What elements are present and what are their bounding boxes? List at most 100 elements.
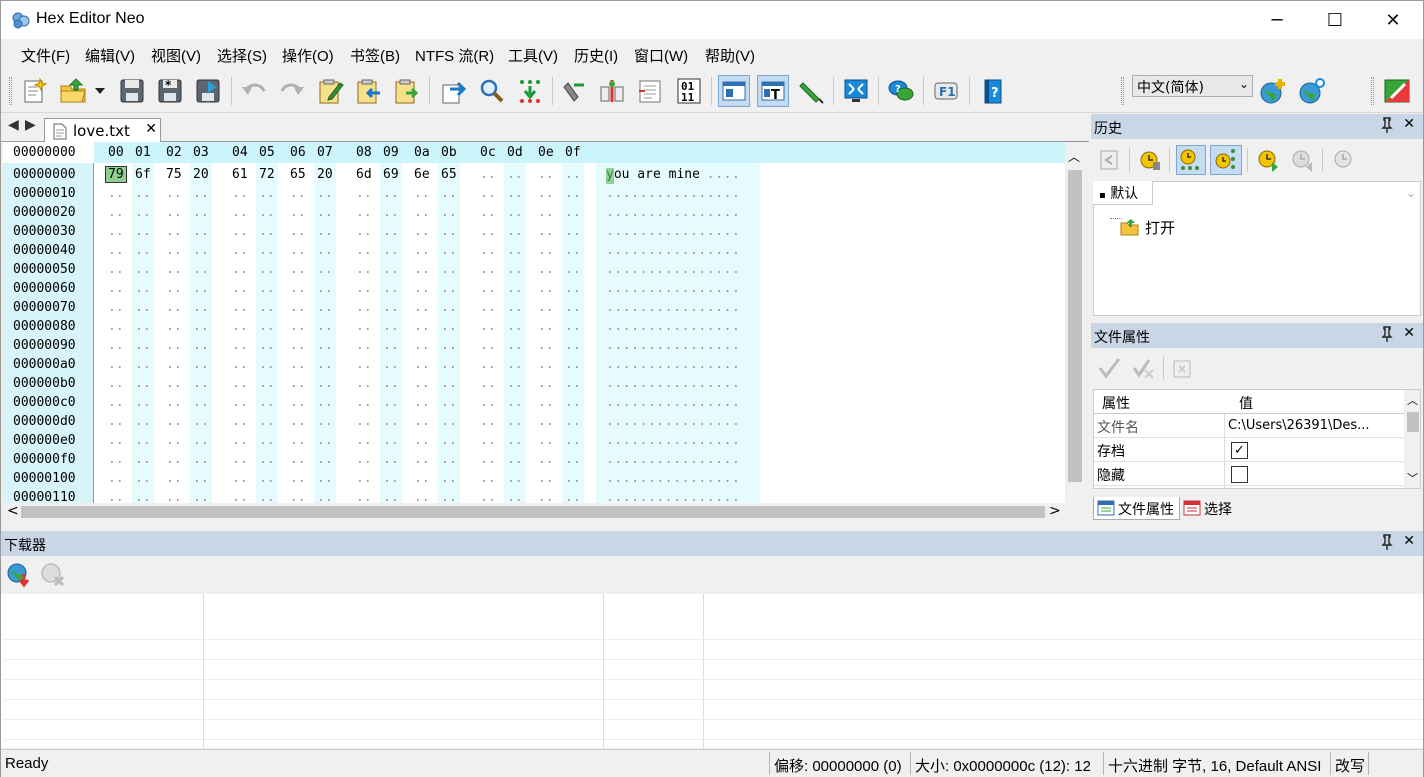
empty-byte[interactable]: .. — [108, 471, 124, 486]
empty-byte[interactable]: .. — [507, 395, 523, 410]
empty-byte[interactable]: .. — [538, 300, 554, 315]
empty-byte[interactable]: .. — [507, 262, 523, 277]
tab-file-properties[interactable]: 文件属性 — [1093, 497, 1180, 520]
empty-byte[interactable]: .. — [480, 319, 496, 334]
empty-byte[interactable]: .. — [135, 338, 151, 353]
empty-byte[interactable]: .. — [166, 357, 182, 372]
menu-bookmarks[interactable]: 书签(B) — [350, 45, 400, 66]
empty-byte[interactable]: .. — [166, 262, 182, 277]
empty-byte[interactable]: .. — [414, 395, 430, 410]
pin-icon[interactable] — [1381, 326, 1393, 346]
empty-byte[interactable]: .. — [414, 243, 430, 258]
help-f1-icon[interactable]: F1 — [930, 75, 962, 107]
empty-byte[interactable]: .. — [565, 376, 581, 391]
empty-byte[interactable]: .. — [232, 357, 248, 372]
empty-byte[interactable]: .. — [166, 433, 182, 448]
empty-byte[interactable]: .. — [441, 414, 457, 429]
empty-byte[interactable]: .. — [135, 452, 151, 467]
menu-edit[interactable]: 编辑(V) — [85, 45, 135, 66]
paste-special-icon[interactable] — [390, 75, 422, 107]
empty-byte[interactable]: .. — [383, 376, 399, 391]
scrollbar-thumb[interactable] — [1068, 170, 1082, 482]
empty-byte[interactable]: .. — [507, 376, 523, 391]
empty-byte[interactable]: .. — [507, 471, 523, 486]
empty-byte[interactable]: .. — [538, 167, 554, 182]
empty-byte[interactable]: .. — [441, 243, 457, 258]
empty-byte[interactable]: .. — [135, 186, 151, 201]
empty-byte[interactable]: .. — [232, 319, 248, 334]
empty-byte[interactable]: .. — [317, 452, 333, 467]
empty-byte[interactable]: .. — [383, 300, 399, 315]
text-view-icon[interactable]: T — [757, 75, 789, 107]
empty-byte[interactable]: .. — [383, 281, 399, 296]
empty-byte[interactable]: .. — [166, 395, 182, 410]
toolbar-grip[interactable] — [9, 77, 12, 105]
empty-byte[interactable]: .. — [193, 319, 209, 334]
empty-byte[interactable]: .. — [356, 414, 372, 429]
empty-byte[interactable]: .. — [259, 224, 275, 239]
highlight-pen-icon[interactable] — [795, 75, 827, 107]
scroll-down-icon[interactable]: ﹀ — [1407, 470, 1418, 486]
hex-editor-view[interactable]: 00000000 00 01 02 03 04 05 06 07 08 09 0a 0b 0c 0d 0e 0… — [3, 142, 1065, 503]
empty-byte[interactable]: .. — [259, 186, 275, 201]
empty-byte[interactable]: .. — [317, 319, 333, 334]
empty-byte[interactable]: .. — [480, 224, 496, 239]
empty-byte[interactable]: .. — [259, 357, 275, 372]
tab-selection[interactable]: 选择 — [1180, 497, 1240, 520]
export-icon[interactable] — [438, 75, 470, 107]
apply-properties-icon[interactable] — [1095, 354, 1123, 382]
empty-byte[interactable]: .. — [414, 262, 430, 277]
empty-byte[interactable]: .. — [356, 281, 372, 296]
empty-byte[interactable]: .. — [414, 471, 430, 486]
empty-byte[interactable]: .. — [232, 186, 248, 201]
empty-byte[interactable]: .. — [507, 205, 523, 220]
empty-byte[interactable]: .. — [193, 205, 209, 220]
empty-byte[interactable]: .. — [480, 300, 496, 315]
tab-scroll-left-icon[interactable]: ◀ — [8, 117, 19, 133]
property-row-archive[interactable]: 存档 ✓ — [1094, 438, 1404, 462]
empty-byte[interactable]: .. — [383, 338, 399, 353]
empty-byte[interactable]: .. — [480, 281, 496, 296]
empty-byte[interactable]: .. — [166, 414, 182, 429]
property-row-hidden[interactable]: 隐藏 — [1094, 462, 1404, 486]
empty-byte[interactable]: .. — [507, 490, 523, 503]
menu-help[interactable]: 帮助(V) — [705, 45, 755, 66]
property-row-filename[interactable]: 文件名 C:\Users\26391\Des... — [1094, 414, 1404, 438]
close-pane-icon[interactable]: ✕ — [1403, 533, 1415, 549]
empty-byte[interactable]: .. — [290, 452, 306, 467]
hex-byte[interactable]: 6d — [356, 167, 372, 182]
empty-byte[interactable]: .. — [441, 186, 457, 201]
empty-byte[interactable]: .. — [538, 376, 554, 391]
empty-byte[interactable]: .. — [441, 395, 457, 410]
empty-byte[interactable]: .. — [259, 243, 275, 258]
menu-select[interactable]: 选择(S) — [217, 45, 267, 66]
empty-byte[interactable]: .. — [317, 205, 333, 220]
empty-byte[interactable]: .. — [290, 205, 306, 220]
empty-byte[interactable]: .. — [317, 414, 333, 429]
empty-byte[interactable]: .. — [317, 338, 333, 353]
language-settings-icon[interactable] — [1296, 75, 1328, 107]
empty-byte[interactable]: .. — [166, 281, 182, 296]
empty-byte[interactable]: .. — [441, 338, 457, 353]
language-select[interactable]: 中文(简体) ⌄ — [1132, 75, 1253, 97]
empty-byte[interactable]: .. — [108, 414, 124, 429]
empty-byte[interactable]: .. — [414, 490, 430, 503]
empty-byte[interactable]: .. — [414, 376, 430, 391]
empty-byte[interactable]: .. — [480, 414, 496, 429]
empty-byte[interactable]: .. — [356, 357, 372, 372]
empty-byte[interactable]: .. — [480, 186, 496, 201]
empty-byte[interactable]: .. — [441, 490, 457, 503]
hex-byte[interactable]: 20 — [193, 167, 209, 182]
empty-byte[interactable]: .. — [290, 262, 306, 277]
empty-byte[interactable]: .. — [259, 319, 275, 334]
empty-byte[interactable]: .. — [507, 357, 523, 372]
empty-byte[interactable]: .. — [538, 338, 554, 353]
empty-byte[interactable]: .. — [507, 167, 523, 182]
empty-byte[interactable]: .. — [507, 452, 523, 467]
empty-byte[interactable]: .. — [232, 414, 248, 429]
save-all-icon[interactable]: * — [154, 75, 186, 107]
history-options-icon[interactable] — [1329, 145, 1359, 175]
menu-file[interactable]: 文件(F) — [21, 45, 70, 66]
empty-byte[interactable]: .. — [480, 357, 496, 372]
history-clear-icon[interactable] — [1135, 145, 1165, 175]
